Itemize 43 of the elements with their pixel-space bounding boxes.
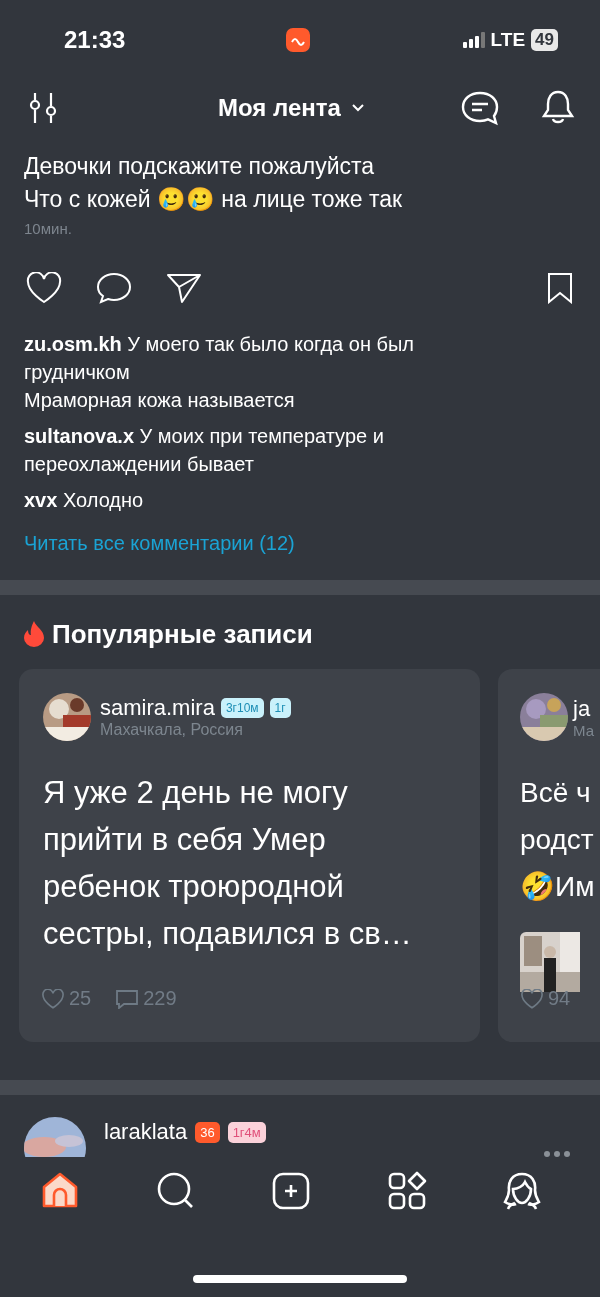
age-badge: 36 xyxy=(195,1121,220,1143)
post-text: прийти в себя Умер xyxy=(43,821,327,859)
post-text: сестры, подавился в св… xyxy=(43,915,413,953)
heart-icon xyxy=(41,988,65,1009)
username[interactable]: samira.mira xyxy=(100,695,215,721)
username[interactable]: ja xyxy=(573,695,591,722)
chat-icon[interactable] xyxy=(460,90,500,126)
send-icon[interactable] xyxy=(166,272,202,304)
location: Махачкала, Россия xyxy=(100,721,244,739)
all-comments-link[interactable]: Читать все комментарии (12) xyxy=(24,532,295,555)
post-text: Всё ч xyxy=(520,776,592,810)
heart-icon xyxy=(520,988,544,1009)
section-title: Популярные записи xyxy=(52,618,313,650)
post-time: 10мин. xyxy=(24,220,72,237)
post-text: Девочки подскажите пожалуйста xyxy=(24,152,376,181)
comment-icon[interactable] xyxy=(96,272,132,304)
comment: xvx Холодно xyxy=(24,488,145,513)
post-text: Я уже 2 день не могу xyxy=(43,774,349,812)
bookmark-icon[interactable] xyxy=(546,272,574,304)
network-label: LTE xyxy=(490,29,526,51)
app-logo-icon xyxy=(286,28,310,52)
chevron-down-icon[interactable] xyxy=(350,103,365,113)
age-badge: 1г xyxy=(269,698,291,718)
comment: sultanova.x У моих при температуре и переохлаждении бывает xyxy=(24,424,385,477)
post-text: ребенок троюродной xyxy=(43,868,345,906)
post-text: родст xyxy=(520,823,595,857)
post-text: Что с кожей 🥲🥲 на лице тоже так xyxy=(24,185,404,214)
location: Ма xyxy=(573,721,594,739)
signal-icon xyxy=(462,32,485,48)
fire-icon xyxy=(24,621,44,647)
more-icon[interactable] xyxy=(544,1151,570,1157)
status-time: 21:33 xyxy=(64,26,127,54)
feed-selector[interactable]: Моя лента xyxy=(218,94,365,122)
post-card[interactable]: ja Ма Всё ч родст 🤣Им 94 xyxy=(498,669,600,1042)
age-badge: 3г10м xyxy=(220,698,264,718)
comment-icon xyxy=(115,988,140,1009)
heart-icon[interactable] xyxy=(26,272,62,304)
comment: zu.osm.kh У моего так было когда он был грудничком Мраморная кожа называется xyxy=(24,332,415,413)
username[interactable]: laraklata xyxy=(104,1119,188,1145)
post-text: 🤣Им xyxy=(520,870,596,904)
battery-indicator: 49 xyxy=(531,29,558,51)
post-card[interactable]: samira.mira 3г10м 1г Махачкала, Россия Я уже 2 день не могу прийти в себя Умер ребенок троюродной сестры, подавился в св… 25 229 xyxy=(19,669,480,1042)
age-badge: 1г4м xyxy=(227,1121,266,1143)
